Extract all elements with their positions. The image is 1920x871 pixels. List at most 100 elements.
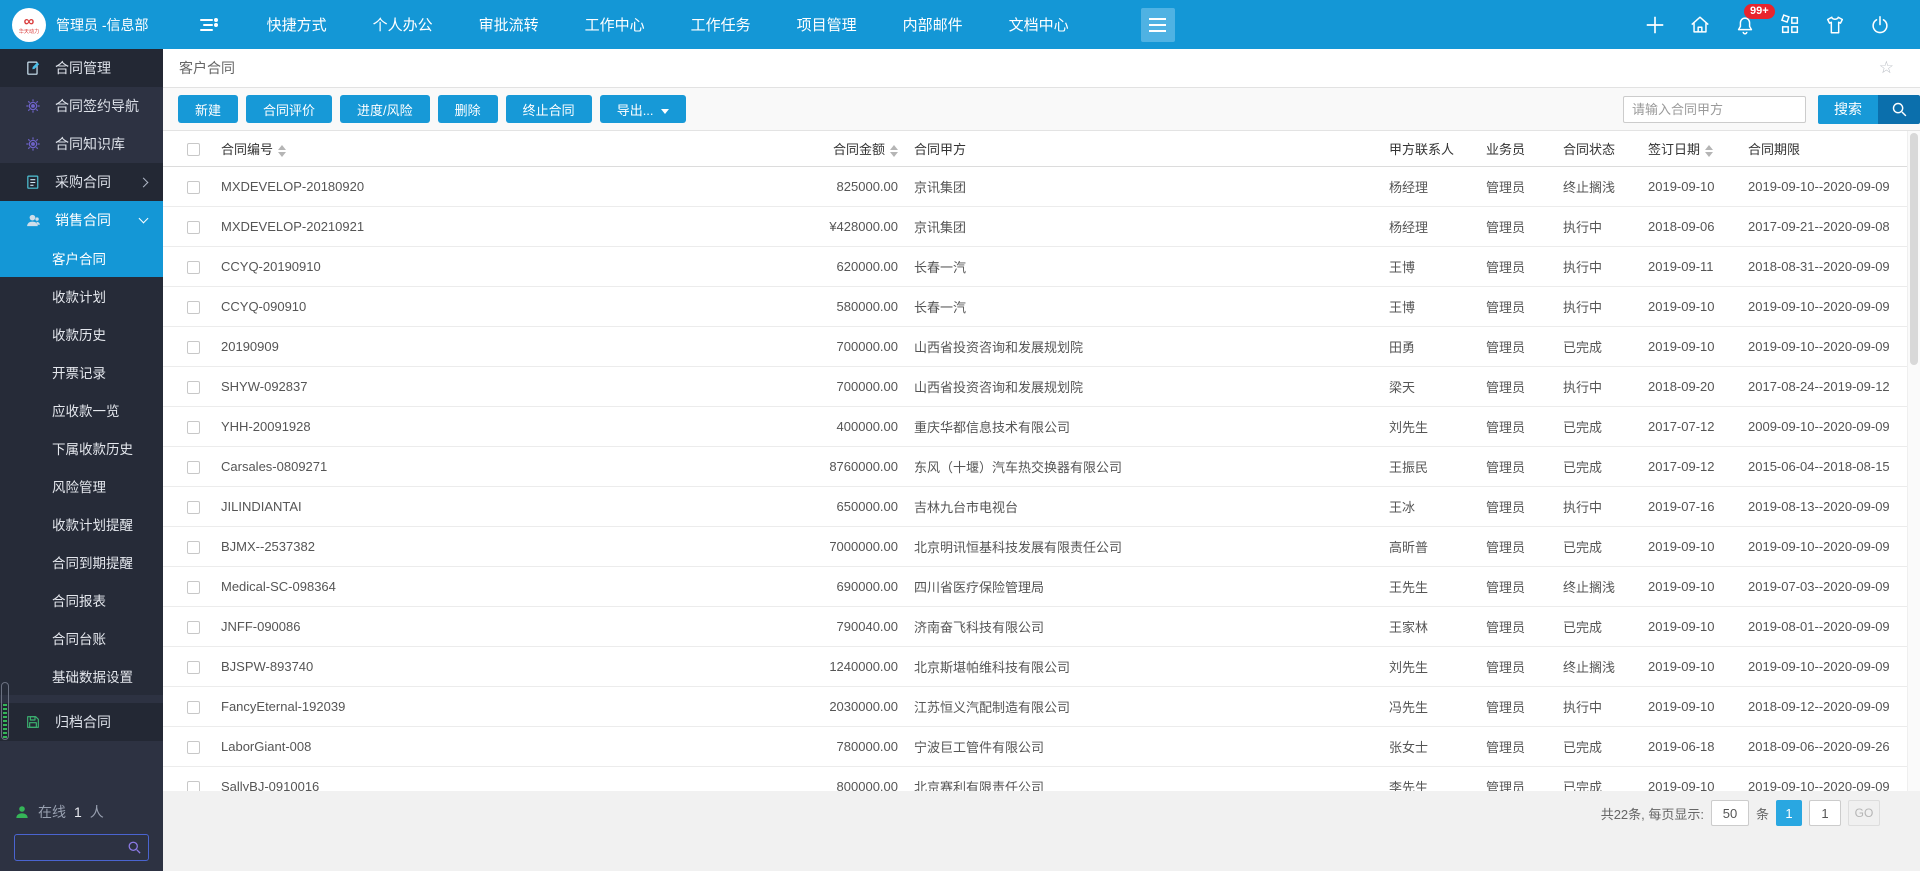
sidebar-item-label: 下属收款历史 [52,438,133,458]
cell-salesman: 管理员 [1478,487,1555,527]
nav-item-6[interactable]: 项目管理 [797,14,857,35]
table-row[interactable]: LaborGiant-008780000.00宁波巨工管件有限公司张女士管理员已… [163,727,1907,767]
search-button[interactable]: 搜索 [1818,95,1878,124]
cell-sign_date: 2019-09-11 [1640,247,1740,287]
table-row[interactable]: MXDEVELOP-20210921¥428000.00京讯集团杨经理管理员执行… [163,207,1907,247]
sidebar-item-contract-expiry-reminder[interactable]: 合同到期提醒 [0,543,163,581]
table-row[interactable]: Medical-SC-098364690000.00四川省医疗保险管理局王先生管… [163,567,1907,607]
sidebar-item-payment-history[interactable]: 收款历史 [0,315,163,353]
sidebar-item-archived-contract[interactable]: 归档合同 [0,703,163,741]
row-checkbox[interactable] [187,181,200,194]
row-checkbox[interactable] [187,621,200,634]
sidebar-item-contract-ledger[interactable]: 合同台账 [0,619,163,657]
sidebar-item-receivables-overview[interactable]: 应收款一览 [0,391,163,429]
sidebar-item-invoice-records[interactable]: 开票记录 [0,353,163,391]
sidebar-item-customer-contract[interactable]: 客户合同 [0,239,163,277]
sidebar-item-payment-plan-reminder[interactable]: 收款计划提醒 [0,505,163,543]
table-row[interactable]: BJSPW-8937401240000.00北京斯堪帕维科技有限公司刘先生管理员… [163,647,1907,687]
pagination-summary: 共22条, 每页显示: [1601,804,1704,823]
table-row[interactable]: CCYQ-090910580000.00长春一汽王博管理员执行中2019-09-… [163,287,1907,327]
nav-item-3[interactable]: 审批流转 [479,14,539,35]
scrollbar-thumb[interactable] [1910,133,1918,365]
row-checkbox[interactable] [187,541,200,554]
column-header-amount[interactable]: 合同金额 [638,131,906,167]
sidebar-item-payment-plan[interactable]: 收款计划 [0,277,163,315]
export-dropdown-button[interactable]: 导出... [600,95,686,123]
current-page-button[interactable]: 1 [1776,800,1802,826]
table-row[interactable]: FancyEternal-1920392030000.00江苏恒义汽配制造有限公… [163,687,1907,727]
page-jump-input[interactable] [1809,800,1841,826]
home-icon[interactable] [1688,13,1712,37]
search-input[interactable] [1623,96,1806,123]
row-checkbox[interactable] [187,781,200,791]
cell-party_a: 长春一汽 [906,287,1381,327]
table-row[interactable]: SHYW-092837700000.00山西省投资咨询和发展规划院梁天管理员执行… [163,367,1907,407]
sidebar-item-contract-report[interactable]: 合同报表 [0,581,163,619]
row-checkbox[interactable] [187,301,200,314]
row-checkbox[interactable] [187,741,200,754]
search-magnifier-button[interactable] [1878,95,1920,124]
table-row[interactable]: JILINDIANTAI650000.00吉林九台市电视台王冰管理员执行中201… [163,487,1907,527]
new-button[interactable]: 新建 [178,95,238,123]
row-checkbox[interactable] [187,421,200,434]
favorite-star-icon[interactable]: ☆ [1879,58,1894,78]
logout-power-icon[interactable] [1868,13,1892,37]
add-icon[interactable] [1643,13,1667,37]
sidebar-item-contract-knowledge[interactable]: 合同知识库 [0,125,163,163]
apps-grid-icon[interactable] [1778,13,1802,37]
row-checkbox[interactable] [187,221,200,234]
row-checkbox[interactable] [187,461,200,474]
table-row[interactable]: 20190909700000.00山西省投资咨询和发展规划院田勇管理员已完成20… [163,327,1907,367]
sidebar-scrollbar[interactable] [1,682,9,740]
row-checkbox[interactable] [187,261,200,274]
nav-list-icon[interactable] [197,13,221,37]
row-checkbox[interactable] [187,581,200,594]
more-menus-icon[interactable] [1141,8,1175,42]
go-button[interactable]: GO [1848,800,1880,826]
nav-item-2[interactable]: 个人办公 [373,14,433,35]
notifications-bell-icon[interactable]: 99+ [1733,13,1757,37]
sidebar-item-sales-contract[interactable]: 销售合同 [0,201,163,239]
column-header-contract_no[interactable]: 合同编号 [213,131,638,167]
sort-arrows-icon[interactable] [1705,145,1713,157]
sidebar-item-contract-sign-nav[interactable]: 合同签约导航 [0,87,163,125]
table-row[interactable]: MXDEVELOP-20180920825000.00京讯集团杨经理管理员终止搁… [163,167,1907,207]
table-row[interactable]: CCYQ-20190910620000.00长春一汽王博管理员执行中2019-0… [163,247,1907,287]
table-row[interactable]: SallyBJ-0910016800000.00北京赛利有限责任公司李先生管理员… [163,767,1907,792]
row-checkbox[interactable] [187,341,200,354]
page-size-input[interactable] [1711,800,1749,826]
delete-button[interactable]: 删除 [438,95,498,123]
sort-arrows-icon[interactable] [890,145,898,157]
nav-item-7[interactable]: 内部邮件 [903,14,963,35]
table-row[interactable]: Carsales-08092718760000.00东风（十堰）汽车热交换器有限… [163,447,1907,487]
sort-arrows-icon[interactable] [278,145,286,157]
nav-item-5[interactable]: 工作任务 [691,14,751,35]
sidebar-search-icon[interactable] [127,840,142,855]
table-row[interactable]: YHH-20091928400000.00重庆华都信息技术有限公司刘先生管理员已… [163,407,1907,447]
sidebar-item-risk-management[interactable]: 风险管理 [0,467,163,505]
row-checkbox[interactable] [187,701,200,714]
nav-item-1[interactable]: 快捷方式 [267,14,327,35]
theme-shirt-icon[interactable] [1823,13,1847,37]
select-all-checkbox[interactable] [187,143,200,156]
table-scrollbar[interactable] [1907,131,1920,791]
row-checkbox[interactable] [187,661,200,674]
terminate-contract-button[interactable]: 终止合同 [506,95,592,123]
app-logo[interactable]: ∞ 华天动力 管理员 -信息部 [0,8,149,42]
table-row[interactable]: BJMX--25373827000000.00北京明讯恒基科技发展有限责任公司高… [163,527,1907,567]
nav-item-8[interactable]: 文档中心 [1009,14,1069,35]
progress-risk-button[interactable]: 进度/风险 [340,95,430,123]
sidebar-item-purchase-contract[interactable]: 采购合同 [0,163,163,201]
cell-salesman: 管理员 [1478,287,1555,327]
sidebar-item-contract-management[interactable]: 合同管理 [0,49,163,87]
cell-party_a: 北京赛利有限责任公司 [906,767,1381,792]
row-checkbox[interactable] [187,381,200,394]
table-row[interactable]: JNFF-090086790040.00济南奋飞科技有限公司王家林管理员已完成2… [163,607,1907,647]
sidebar-item-subordinate-payment-history[interactable]: 下属收款历史 [0,429,163,467]
column-header-sign_date[interactable]: 签订日期 [1640,131,1740,167]
row-checkbox[interactable] [187,501,200,514]
contract-evaluation-button[interactable]: 合同评价 [246,95,332,123]
sidebar-item-basic-data-settings[interactable]: 基础数据设置 [0,657,163,695]
nav-item-4[interactable]: 工作中心 [585,14,645,35]
sidebar-item-label: 合同知识库 [55,134,125,154]
